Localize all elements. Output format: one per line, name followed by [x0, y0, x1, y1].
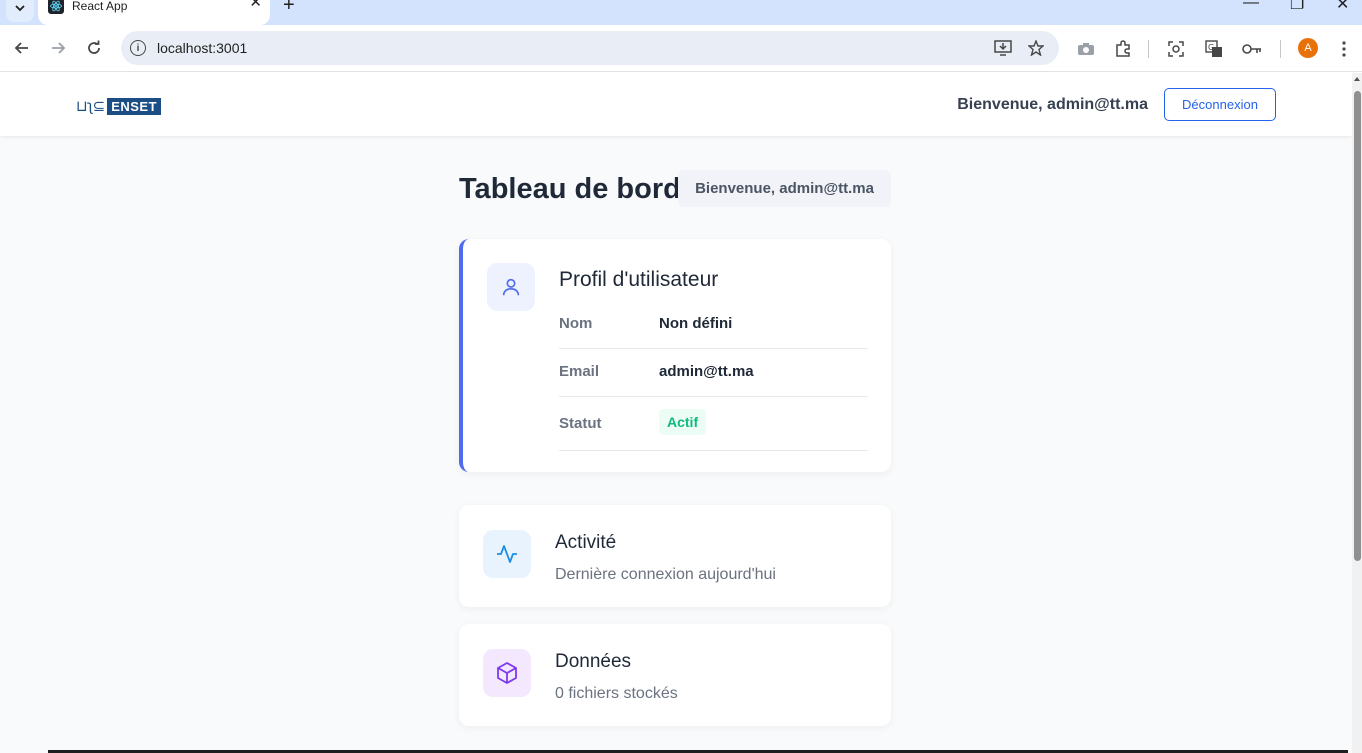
address-url: localhost:3001	[157, 40, 248, 56]
dashboard-title-row: Tableau de bord Bienvenue, admin@tt.ma	[459, 170, 891, 208]
activity-pulse-icon	[483, 530, 531, 578]
app-header: ⊔ʅ⊆ ENSET Bienvenue, admin@tt.ma Déconne…	[0, 73, 1352, 136]
data-card-subtitle: 0 fichiers stockés	[555, 685, 678, 702]
close-window-icon[interactable]: ✕	[1336, 0, 1349, 14]
logout-button[interactable]: Déconnexion	[1164, 88, 1276, 121]
tab-title: React App	[72, 0, 128, 13]
welcome-badge: Bienvenue, admin@tt.ma	[678, 170, 891, 207]
forward-arrow-icon[interactable]	[46, 36, 70, 60]
profile-avatar[interactable]: A	[1298, 38, 1318, 58]
back-arrow-icon[interactable]	[10, 36, 34, 60]
data-card-title: Données	[555, 651, 632, 672]
logo-text: ENSET	[107, 97, 162, 115]
browser-tab[interactable]: React App ✕	[38, 0, 270, 25]
scroll-up-arrow-icon[interactable]	[1354, 77, 1360, 81]
svg-text:G: G	[1208, 43, 1214, 52]
toolbar-divider	[1148, 40, 1149, 58]
page-scrollbar[interactable]	[1352, 73, 1362, 753]
translate-icon[interactable]: G	[1203, 38, 1225, 60]
extensions-icon[interactable]	[1112, 38, 1134, 60]
close-tab-icon[interactable]: ✕	[249, 0, 262, 11]
profile-card: Profil d'utilisateur Nom Non défini Emai…	[459, 239, 891, 472]
profile-row-status: Statut Actif	[559, 397, 868, 451]
restore-icon[interactable]: ❐	[1290, 0, 1304, 14]
profile-row-name: Nom Non défini	[559, 301, 868, 349]
data-card: Données 0 fichiers stockés	[459, 624, 891, 726]
tab-search-button[interactable]	[6, 0, 34, 22]
activity-card: Activité Dernière connexion aujourd'hui	[459, 505, 891, 607]
enset-logo[interactable]: ⊔ʅ⊆ ENSET	[76, 96, 162, 116]
profile-card-title: Profil d'utilisateur	[559, 268, 719, 291]
install-app-icon[interactable]	[993, 38, 1013, 58]
user-icon	[487, 263, 535, 311]
profile-row-email: Email admin@tt.ma	[559, 349, 868, 397]
header-welcome-text: Bienvenue, admin@tt.ma	[957, 96, 1148, 113]
page-viewport: ⊔ʅ⊆ ENSET Bienvenue, admin@tt.ma Déconne…	[0, 73, 1362, 753]
address-bar[interactable]: i localhost:3001	[121, 31, 1059, 65]
toolbar-divider	[1280, 40, 1281, 58]
site-info-icon[interactable]: i	[130, 40, 146, 56]
new-tab-button[interactable]: +	[283, 0, 295, 17]
scrollbar-thumb[interactable]	[1354, 91, 1361, 561]
box-cube-icon	[483, 649, 531, 697]
status-badge: Actif	[659, 409, 707, 435]
screenshot-lens-icon[interactable]	[1165, 38, 1187, 60]
name-value: Non défini	[659, 315, 733, 332]
email-label: Email	[559, 363, 600, 380]
password-key-icon[interactable]	[1241, 38, 1263, 60]
reload-icon[interactable]	[82, 36, 106, 60]
name-label: Nom	[559, 315, 593, 332]
more-menu-icon[interactable]	[1333, 38, 1355, 60]
university-logo-mark: ⊔ʅ⊆	[76, 97, 105, 115]
minimize-icon[interactable]: —	[1243, 0, 1259, 12]
activity-card-title: Activité	[555, 532, 617, 553]
chevron-down-icon	[15, 5, 25, 12]
browser-tab-bar: React App ✕ + — ❐ ✕	[0, 0, 1362, 25]
status-label: Statut	[559, 415, 602, 432]
page-title: Tableau de bord	[459, 173, 681, 205]
bookmark-star-icon[interactable]	[1026, 38, 1046, 58]
browser-toolbar: i localhost:3001 G A	[0, 25, 1362, 72]
react-icon	[48, 0, 64, 14]
email-value: admin@tt.ma	[659, 363, 754, 380]
camera-icon[interactable]	[1075, 38, 1097, 60]
activity-card-subtitle: Dernière connexion aujourd'hui	[555, 566, 776, 583]
